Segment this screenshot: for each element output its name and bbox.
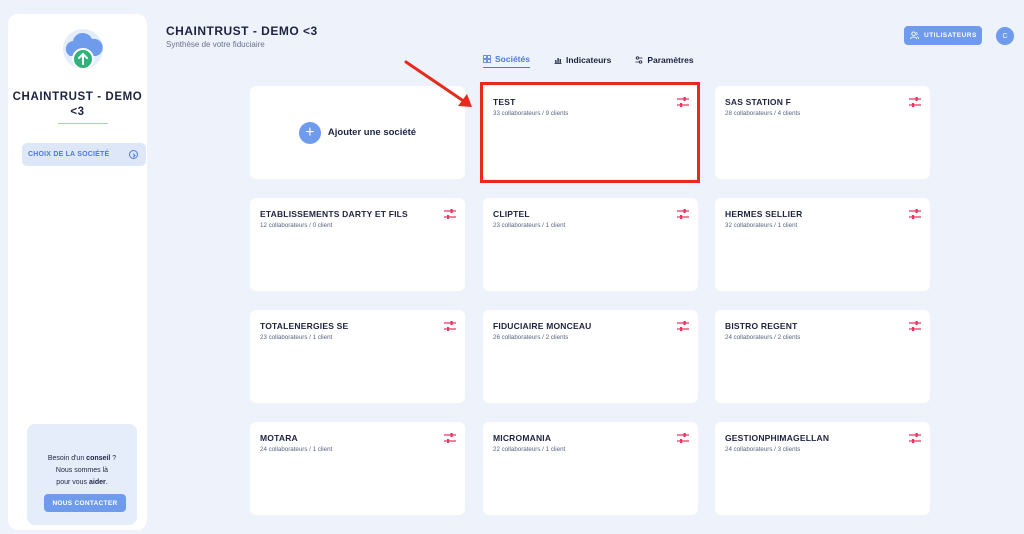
choose-company-label: CHOIX DE LA SOCIÉTÉ [28,151,110,158]
company-meta: 23 collaborateurs / 1 client [260,334,333,341]
company-name: FIDUCIAIRE MONCEAU [493,321,592,331]
users-icon [910,31,919,40]
settings-sliders-icon[interactable] [676,432,690,444]
company-meta: 24 collaborateurs / 3 clients [725,446,801,453]
sidebar: CHAINTRUST - DEMO <3 CHOIX DE LA SOCIÉTÉ… [8,14,147,530]
company-card[interactable]: MOTARA 24 collaborateurs / 1 client [250,422,465,515]
settings-sliders-icon[interactable] [908,320,922,332]
company-meta: 23 collaborateurs / 1 client [493,222,566,229]
company-card[interactable]: MICROMANIA 22 collaborateurs / 1 client [483,422,698,515]
help-box: Besoin d'un conseil ? Nous sommes là pou… [27,424,137,525]
page-title: CHAINTRUST - DEMO <3 [166,24,318,38]
company-name: MICROMANIA [493,433,552,443]
highlight-box [480,82,700,183]
grid-icon [483,55,491,63]
plus-icon: + [298,121,321,144]
company-name: HERMES SELLIER [725,209,803,219]
company-name: BISTRO REGENT [725,321,798,331]
users-button-label: UTILISATEURS [924,32,977,39]
company-meta: 24 collaborateurs / 2 clients [725,334,801,341]
settings-sliders-icon[interactable] [908,96,922,108]
company-meta: 26 collaborateurs / 2 clients [493,334,569,341]
settings-sliders-icon[interactable] [908,432,922,444]
company-meta: 12 collaborateurs / 0 client [260,222,333,229]
settings-sliders-icon[interactable] [443,208,457,220]
add-company-label: Ajouter une société [327,127,417,138]
company-meta: 24 collaborateurs / 1 client [260,446,333,453]
sliders-icon [635,55,643,64]
contact-button[interactable]: NOUS CONTACTER [44,494,126,512]
sidebar-title-underline [58,123,108,124]
tab-parametres[interactable]: Paramètres [635,54,694,68]
company-name: CLIPTEL [493,209,530,219]
users-button[interactable]: UTILISATEURS [904,26,982,45]
company-name: TOTALENERGIES SE [260,321,349,331]
company-card[interactable]: HERMES SELLIER 32 collaborateurs / 1 clie… [715,198,930,291]
company-meta: 22 collaborateurs / 1 client [493,446,566,453]
company-name: GESTIONPHIMAGELLAN [725,433,830,443]
page-subtitle: Synthèse de votre fiduciaire [166,40,265,49]
sidebar-title: CHAINTRUST - DEMO <3 [12,91,143,118]
cloud-upload-logo-icon [63,29,103,70]
chevron-right-circle-icon [129,150,138,159]
company-card[interactable]: TOTALENERGIES SE 23 collaborateurs / 1 cl… [250,310,465,403]
tab-bar: Sociétés Indicateurs Paramètres [483,54,694,68]
choose-company-button[interactable]: CHOIX DE LA SOCIÉTÉ [22,143,146,166]
tab-societes[interactable]: Sociétés [483,54,530,68]
company-meta: 32 collaborateurs / 1 client [725,222,798,229]
company-card[interactable]: FIDUCIAIRE MONCEAU 26 collaborateurs / 2 … [483,310,698,403]
settings-sliders-icon[interactable] [443,432,457,444]
annotation-arrow-icon [404,60,472,107]
settings-sliders-icon[interactable] [676,208,690,220]
company-card[interactable]: CLIPTEL 23 collaborateurs / 1 client [483,198,698,291]
company-name: ETABLISSEMENTS DARTY ET FILS [260,209,408,219]
help-text: Besoin d'un conseil ? Nous sommes là pou… [47,455,117,486]
company-card[interactable]: GESTIONPHIMAGELLAN 24 collaborateurs / 3 … [715,422,930,515]
settings-sliders-icon[interactable] [676,320,690,332]
company-name: SAS STATION F [725,97,792,107]
chart-icon [554,57,562,64]
avatar[interactable]: C [996,27,1014,45]
settings-sliders-icon[interactable] [908,208,922,220]
company-name: MOTARA [260,433,298,443]
tab-indicateurs[interactable]: Indicateurs [554,54,611,68]
company-card[interactable]: BISTRO REGENT 24 collaborateurs / 2 clien… [715,310,930,403]
company-card[interactable]: ETABLISSEMENTS DARTY ET FILS 12 collabora… [250,198,465,291]
company-card[interactable]: SAS STATION F 28 collaborateurs / 4 clien… [715,86,930,179]
company-meta: 28 collaborateurs / 4 clients [725,110,801,117]
settings-sliders-icon[interactable] [443,320,457,332]
